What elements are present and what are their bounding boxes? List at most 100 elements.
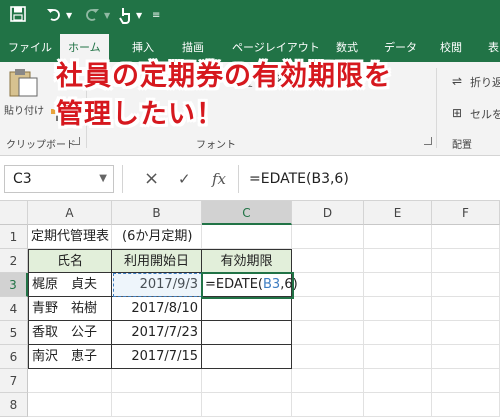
formula-bar: C3 ▼ × ✓ fx =EDATE(B3,6): [0, 157, 500, 201]
paste-icon[interactable]: [6, 68, 40, 101]
column-header-e[interactable]: E: [364, 201, 432, 225]
grid-cell[interactable]: [292, 297, 364, 321]
grid-cell[interactable]: [292, 369, 364, 393]
group-separator: [436, 68, 437, 148]
grid-cell[interactable]: [112, 393, 202, 417]
tab-file[interactable]: ファイル: [8, 34, 52, 62]
grid-cell[interactable]: [112, 369, 202, 393]
grid-cell[interactable]: [292, 273, 364, 297]
formula-prefix: =EDATE(: [205, 277, 263, 292]
grid-cell[interactable]: [432, 249, 500, 273]
formula-suffix: ,6): [280, 277, 298, 292]
column-header-d[interactable]: D: [292, 201, 364, 225]
cell-formula-edit[interactable]: =EDATE(B3,6): [205, 273, 298, 297]
grid-cell[interactable]: [28, 393, 112, 417]
row-header-1[interactable]: 1: [0, 225, 28, 249]
header-expiry[interactable]: 有効期限: [202, 249, 292, 273]
grid-cell[interactable]: [364, 249, 432, 273]
alignment-group-label: 配置: [452, 140, 472, 151]
cell-name[interactable]: 梶原 貞夫: [28, 273, 112, 297]
ribbon: 貼り付け クリップボード 11 ▼ A フォント ⇌ 折り返 ⊞ セルを 配置 …: [0, 61, 500, 156]
cell-name[interactable]: 南沢 恵子: [28, 345, 112, 369]
cell-expiry[interactable]: [202, 345, 292, 369]
wrap-text-icon[interactable]: ⇌: [452, 74, 462, 88]
grid-cell[interactable]: [432, 393, 500, 417]
paste-button[interactable]: 貼り付け: [4, 102, 44, 117]
formula-reference: B3: [263, 277, 281, 292]
enter-icon[interactable]: ✓: [178, 169, 191, 189]
overlay-caption-line2: 管理したい！: [56, 99, 224, 130]
row-header-7[interactable]: 7: [0, 369, 28, 393]
row-header-5[interactable]: 5: [0, 321, 28, 345]
customize-qat-icon[interactable]: ≡: [152, 6, 160, 26]
header-name[interactable]: 氏名: [28, 249, 112, 273]
grid-cell[interactable]: [364, 225, 432, 249]
grid-cell[interactable]: [28, 369, 112, 393]
clipboard-group-label: クリップボード: [6, 140, 76, 151]
grid-cell[interactable]: [432, 321, 500, 345]
redo-icon[interactable]: [84, 6, 100, 27]
row-header-8[interactable]: 8: [0, 393, 28, 417]
select-all-corner[interactable]: [0, 201, 28, 225]
save-icon[interactable]: [10, 6, 26, 27]
formula-reference-highlight: [113, 273, 202, 297]
sheet-title[interactable]: 定期代管理表 (6か月定期): [28, 225, 288, 249]
touch-dropdown-icon[interactable]: ▼: [136, 6, 142, 26]
cell-name[interactable]: 青野 祐樹: [28, 297, 112, 321]
grid-cell[interactable]: [364, 297, 432, 321]
header-start-date[interactable]: 利用開始日: [112, 249, 202, 273]
name-box-value: C3: [13, 171, 32, 187]
column-header-a[interactable]: A: [28, 201, 112, 225]
wrap-text-button[interactable]: 折り返: [470, 74, 500, 90]
grid-cell[interactable]: [364, 273, 432, 297]
merge-button[interactable]: セルを: [470, 106, 500, 122]
clipboard-launcher-icon[interactable]: [72, 137, 80, 145]
worksheet-grid: A B C D E F 1 2 3 4 5 6 7 8 定期代管理表 (6か月定…: [0, 201, 500, 420]
row-header-6[interactable]: 6: [0, 345, 28, 369]
column-header-b[interactable]: B: [112, 201, 202, 225]
overlay-caption-line1: 社員の定期券の有効期限を: [56, 61, 392, 92]
cancel-icon[interactable]: ×: [144, 169, 159, 189]
row-header-2[interactable]: 2: [0, 249, 28, 273]
cell-expiry[interactable]: [202, 321, 292, 345]
touch-mode-icon[interactable]: [118, 6, 132, 29]
font-group-label: フォント: [196, 140, 236, 151]
grid-cell[interactable]: [292, 225, 364, 249]
font-launcher-icon[interactable]: [424, 137, 432, 145]
grid-cell[interactable]: [202, 369, 292, 393]
row-header-3[interactable]: 3: [0, 273, 28, 297]
grid-cell[interactable]: [432, 297, 500, 321]
column-header-f[interactable]: F: [432, 201, 500, 225]
cell-start-date[interactable]: 2017/8/10: [112, 297, 202, 321]
merge-icon[interactable]: ⊞: [452, 106, 462, 120]
grid-cell[interactable]: [292, 345, 364, 369]
grid-cell[interactable]: [292, 321, 364, 345]
grid-cell[interactable]: [432, 273, 500, 297]
redo-dropdown-icon[interactable]: ▼: [104, 6, 110, 26]
grid-cell[interactable]: [292, 249, 364, 273]
grid-cell[interactable]: [364, 393, 432, 417]
name-box-dropdown-icon[interactable]: ▼: [99, 166, 107, 192]
cell-start-date[interactable]: 2017/7/23: [112, 321, 202, 345]
cell-expiry[interactable]: [202, 297, 292, 321]
column-header-c[interactable]: C: [202, 201, 292, 225]
name-box[interactable]: C3 ▼: [4, 165, 114, 193]
undo-dropdown-icon[interactable]: ▼: [66, 6, 72, 26]
insert-function-icon[interactable]: fx: [212, 169, 226, 189]
grid-cell[interactable]: [432, 225, 500, 249]
grid-cell[interactable]: [364, 369, 432, 393]
grid-cell[interactable]: [364, 345, 432, 369]
grid-cell[interactable]: [202, 393, 292, 417]
grid-cell[interactable]: [432, 369, 500, 393]
grid-cell[interactable]: [364, 321, 432, 345]
undo-icon[interactable]: [46, 6, 62, 27]
formula-input[interactable]: =EDATE(B3,6): [238, 165, 500, 193]
cell-start-date[interactable]: 2017/7/15: [112, 345, 202, 369]
row-header-4[interactable]: 4: [0, 297, 28, 321]
cell-name[interactable]: 香取 公子: [28, 321, 112, 345]
grid-cell[interactable]: [292, 393, 364, 417]
formula-bar-separator: [122, 165, 123, 193]
tab-review[interactable]: 校閲: [440, 34, 462, 62]
grid-cell[interactable]: [432, 345, 500, 369]
tab-view[interactable]: 表: [488, 34, 499, 62]
